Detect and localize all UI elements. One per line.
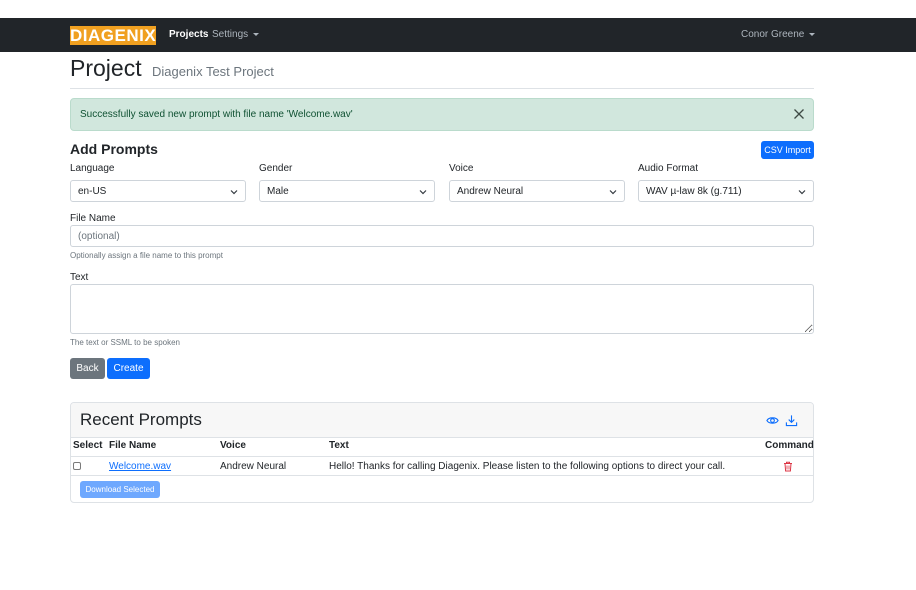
column-header-file-name: File Name	[109, 440, 157, 451]
caret-down-icon	[809, 32, 816, 36]
download-icon[interactable]	[785, 414, 798, 427]
navbar: DIAGENIX Projects Settings Conor Greene	[0, 18, 916, 52]
voice-select[interactable]: Andrew Neural	[449, 180, 625, 202]
audio-format-label: Audio Format	[638, 163, 699, 174]
user-name: Conor Greene	[741, 29, 805, 40]
text-help: The text or SSML to be spoken	[70, 338, 180, 347]
brand-logo[interactable]: DIAGENIX	[70, 26, 156, 45]
csv-import-button[interactable]: CSV Import	[761, 141, 814, 159]
nav-settings-label: Settings	[212, 29, 249, 40]
column-header-voice: Voice	[220, 440, 246, 451]
back-button[interactable]: Back	[70, 358, 105, 379]
file-name-label: File Name	[70, 213, 116, 224]
gender-label: Gender	[259, 163, 293, 174]
row-text: Hello! Thanks for calling Diagenix. Plea…	[329, 461, 726, 472]
eye-icon[interactable]	[766, 414, 779, 427]
audio-format-select[interactable]: WAV µ-law 8k (g.711)	[638, 180, 814, 202]
table-row-divider	[71, 475, 813, 476]
column-header-select: Select	[73, 440, 103, 451]
caret-down-icon	[253, 32, 260, 36]
text-label: Text	[70, 272, 89, 283]
recent-prompts-card: Recent Prompts	[70, 402, 814, 503]
gender-value: Male	[267, 186, 289, 197]
audio-format-value: WAV µ-law 8k (g.711)	[646, 186, 742, 197]
page-title-text: Project	[70, 55, 142, 81]
row-voice: Andrew Neural	[220, 461, 287, 472]
title-divider	[70, 88, 814, 89]
nav-projects[interactable]: Projects	[169, 28, 208, 42]
create-button[interactable]: Create	[107, 358, 150, 379]
column-header-text: Text	[329, 440, 349, 451]
recent-prompts-header: Recent Prompts	[71, 403, 813, 438]
chevron-down-icon	[419, 190, 427, 195]
language-label: Language	[70, 163, 115, 174]
page-title: Project Diagenix Test Project	[70, 54, 274, 86]
language-value: en-US	[78, 186, 107, 197]
user-menu-dropdown[interactable]: Conor Greene	[741, 28, 816, 42]
text-input[interactable]	[70, 284, 814, 334]
gender-select[interactable]: Male	[259, 180, 435, 202]
nav-settings-dropdown[interactable]: Settings	[212, 28, 260, 42]
file-name-input[interactable]	[70, 225, 814, 247]
table-header-divider	[71, 456, 813, 457]
alert-message: Successfully saved new prompt with file …	[80, 109, 353, 120]
chevron-down-icon	[230, 190, 238, 195]
chevron-down-icon	[609, 190, 617, 195]
voice-label: Voice	[449, 163, 474, 174]
column-header-command: Command	[765, 440, 814, 451]
voice-value: Andrew Neural	[457, 186, 524, 197]
add-prompts-title: Add Prompts	[70, 141, 158, 157]
file-name-help: Optionally assign a file name to this pr…	[70, 251, 223, 260]
trash-icon[interactable]	[783, 461, 793, 472]
page-subtitle: Diagenix Test Project	[151, 64, 274, 79]
download-selected-button[interactable]: Download Selected	[80, 481, 160, 498]
chevron-down-icon	[798, 190, 806, 195]
language-select[interactable]: en-US	[70, 180, 246, 202]
success-alert: Successfully saved new prompt with file …	[70, 98, 814, 131]
row-select-checkbox[interactable]	[73, 462, 81, 470]
recent-prompts-title: Recent Prompts	[80, 410, 202, 429]
close-icon[interactable]	[793, 108, 805, 120]
row-file-name-link[interactable]: Welcome.wav	[109, 461, 171, 473]
